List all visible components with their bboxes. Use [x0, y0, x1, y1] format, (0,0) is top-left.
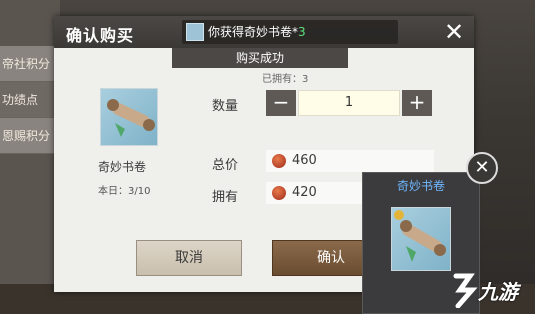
side-row-1: 帝社积分 [0, 46, 60, 82]
quantity-label: 数量 [212, 99, 239, 114]
scroll-icon [186, 23, 204, 41]
toast-count: 3 [298, 25, 306, 39]
owned-currency-value: 420 [292, 185, 317, 200]
owned-count-note: 已拥有：3 [262, 74, 309, 85]
quantity-decrement-button[interactable]: − [266, 90, 296, 116]
cancel-button[interactable]: 取消 [136, 240, 242, 276]
coin-icon [272, 154, 286, 168]
toast-text: 你获得奇妙书卷*3 [208, 25, 306, 39]
quality-badge-icon [394, 210, 404, 220]
close-icon[interactable]: ✕ [442, 20, 466, 44]
quantity-increment-button[interactable]: + [402, 90, 432, 116]
scroll-icon [391, 207, 451, 271]
watermark-logo-icon [453, 273, 478, 308]
reward-toast: 你获得奇妙书卷*3 [182, 20, 398, 44]
side-row-2: 功绩点 [0, 82, 60, 118]
total-price-label: 总价 [212, 158, 239, 173]
total-price-field: 460 [266, 150, 434, 172]
dialog-header: 确认购买 你获得奇妙书卷*3 ✕ [54, 16, 474, 48]
quantity-input[interactable]: 1 [298, 90, 400, 116]
purchase-success-banner: 购买成功 [172, 48, 348, 68]
item-name: 奇妙书卷 [98, 160, 147, 174]
tooltip-close-button[interactable]: ✕ [466, 152, 498, 184]
item-daily-limit: 本日：3/10 [98, 186, 151, 197]
coin-icon [272, 186, 286, 200]
side-row-3: 恩赐积分 [0, 118, 60, 154]
tooltip-title: 奇妙书卷 [396, 179, 445, 193]
watermark-text: 九游 [478, 280, 518, 304]
site-watermark: 九游 [448, 268, 535, 310]
scroll-icon [100, 88, 158, 146]
owned-currency-label: 拥有 [212, 190, 239, 205]
dialog-title: 确认购买 [66, 26, 135, 45]
total-price-value: 460 [292, 153, 317, 168]
background-side-panel: 帝社积分 功绩点 恩赐积分 [0, 0, 60, 314]
